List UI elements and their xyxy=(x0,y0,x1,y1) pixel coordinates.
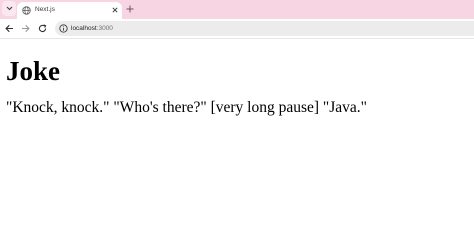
arrow-right-icon xyxy=(22,24,30,33)
url-text: localhost:3000 xyxy=(71,23,113,34)
browser-toolbar: localhost:3000 xyxy=(0,19,474,39)
chevron-down-icon xyxy=(6,6,12,11)
info-icon xyxy=(59,24,68,33)
site-info-button[interactable] xyxy=(58,23,69,34)
url-port: :3000 xyxy=(96,25,113,32)
page-heading: Joke xyxy=(6,56,60,86)
tab-nextjs[interactable]: Next.js xyxy=(17,2,122,19)
arrow-left-icon xyxy=(5,24,13,33)
reload-button[interactable] xyxy=(36,22,49,35)
url-host: localhost xyxy=(71,25,97,32)
tab-title: Next.js xyxy=(35,6,55,13)
globe-icon xyxy=(22,6,31,15)
tab-close-button[interactable] xyxy=(110,5,119,15)
page-content: Joke "Knock, knock." "Who's there?" [ver… xyxy=(0,40,474,247)
tab-strip: Next.js xyxy=(0,0,474,19)
address-bar[interactable]: localhost:3000 xyxy=(55,21,474,36)
new-tab-button[interactable] xyxy=(124,3,136,15)
reload-icon xyxy=(38,24,47,33)
close-icon xyxy=(111,7,118,13)
tab-search-button[interactable] xyxy=(2,1,16,16)
joke-text: "Knock, knock." "Who's there?" [very lon… xyxy=(6,99,367,116)
back-button[interactable] xyxy=(3,22,16,35)
plus-icon xyxy=(126,5,134,13)
forward-button[interactable] xyxy=(19,22,32,35)
